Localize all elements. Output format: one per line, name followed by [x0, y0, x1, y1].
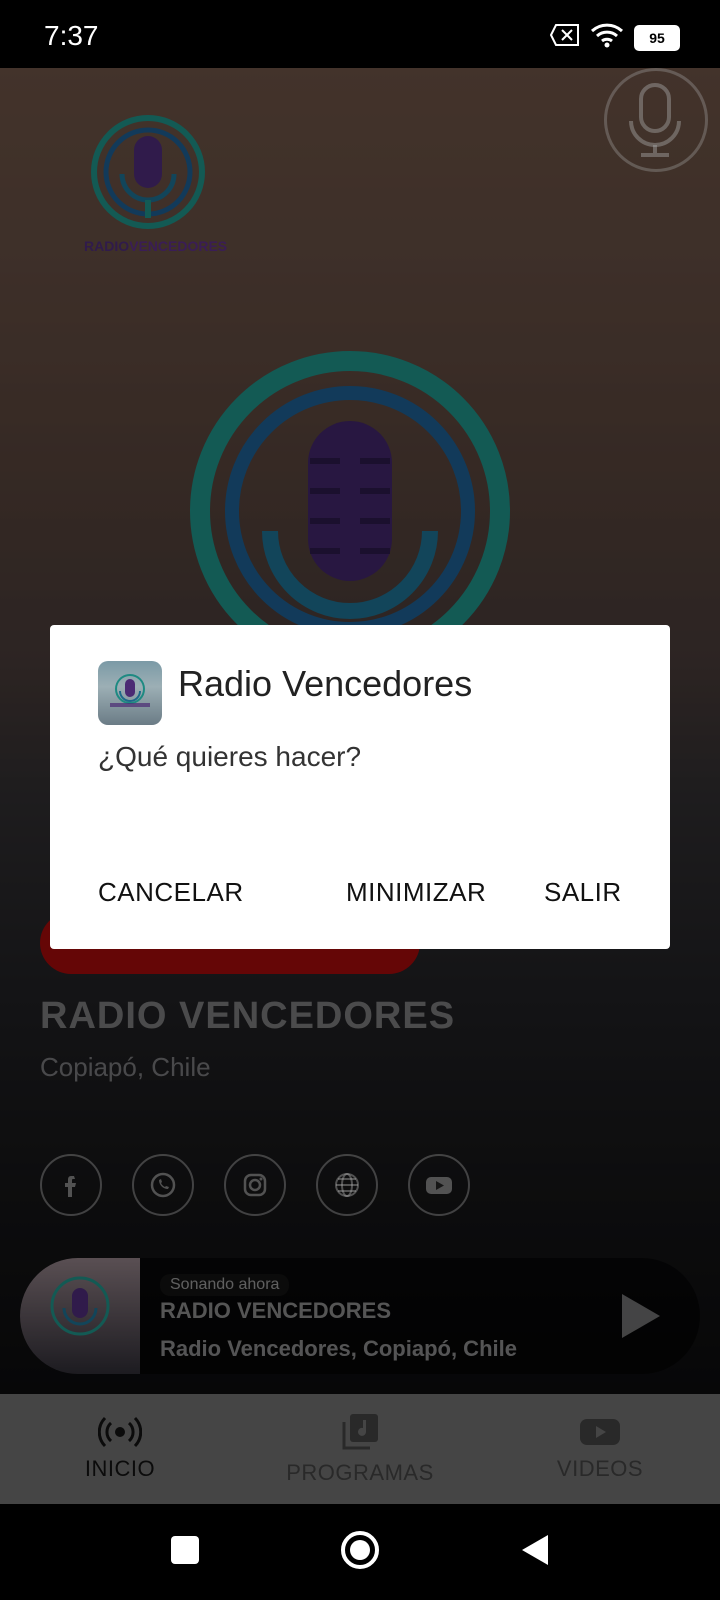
- wifi-icon: [590, 22, 624, 53]
- sim-off-icon: [549, 24, 580, 51]
- minimize-button[interactable]: MINIMIZAR: [346, 877, 486, 908]
- exit-dialog: Radio Vencedores ¿Qué quieres hacer? CAN…: [50, 625, 670, 949]
- recent-apps-button[interactable]: [170, 1535, 200, 1570]
- status-time: 7:37: [44, 20, 99, 51]
- home-button[interactable]: [340, 1530, 380, 1575]
- dialog-title: Radio Vencedores: [178, 663, 473, 704]
- app-icon: [98, 661, 162, 725]
- square-icon: [171, 1535, 199, 1564]
- circle-icon: [341, 1530, 379, 1569]
- exit-button[interactable]: SALIR: [544, 877, 622, 908]
- back-button[interactable]: [520, 1533, 550, 1572]
- dialog-message: ¿Qué quieres hacer?: [98, 741, 362, 772]
- back-triangle-icon: [522, 1534, 548, 1565]
- cancel-button[interactable]: CANCELAR: [98, 877, 244, 908]
- battery-icon: 95: [634, 24, 680, 51]
- status-bar: 7:37 95: [0, 0, 720, 68]
- status-icons: 95: [549, 22, 680, 53]
- system-navigation-bar: [0, 1504, 720, 1600]
